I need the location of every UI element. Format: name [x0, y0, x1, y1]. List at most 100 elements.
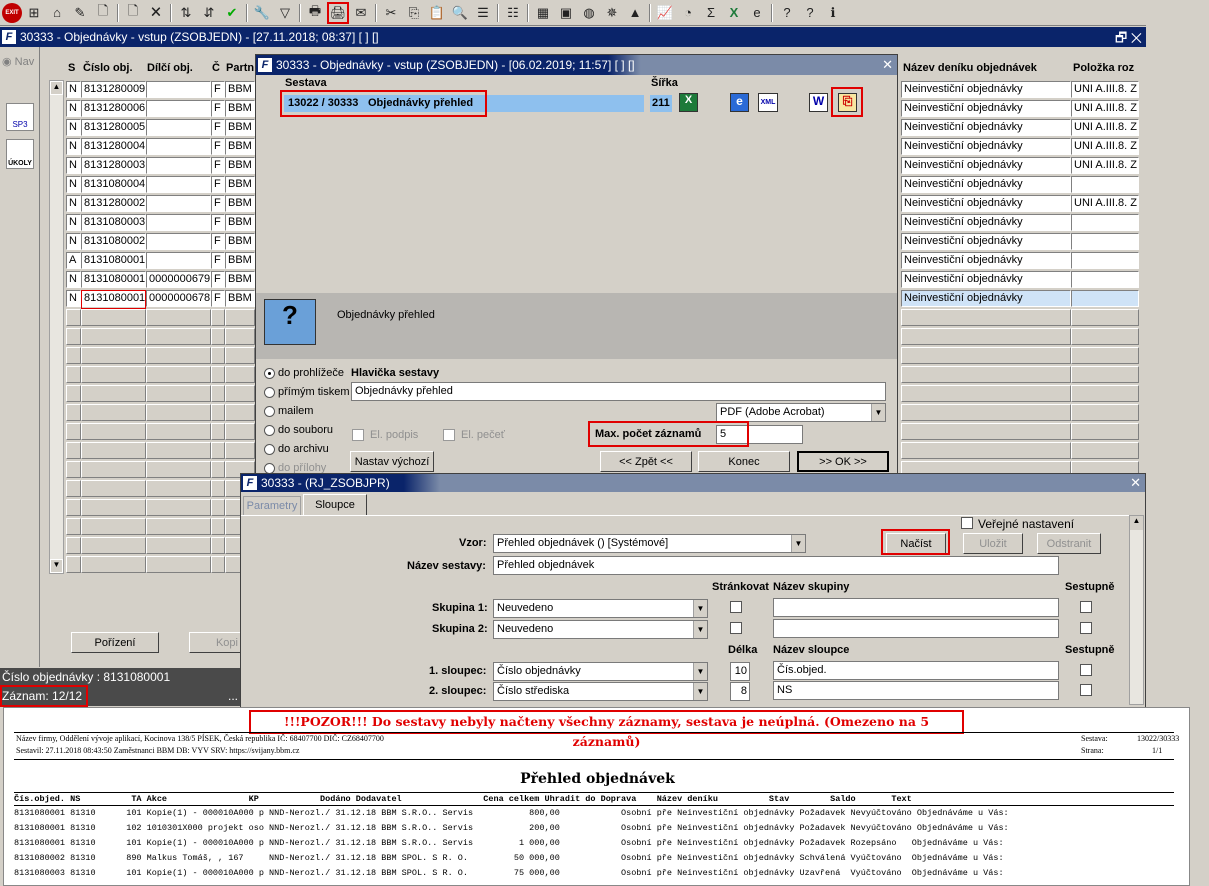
table-cell-pol[interactable]	[1071, 290, 1139, 307]
table-cell-pol[interactable]: UNI A.III.8. Z	[1071, 100, 1139, 117]
delete-icon[interactable]: 🗙	[145, 2, 167, 24]
verejne-checkbox[interactable]	[961, 517, 973, 529]
output-radio-1[interactable]	[264, 387, 275, 398]
col-header-s[interactable]: S	[68, 62, 75, 74]
empty-cell[interactable]	[901, 385, 1071, 402]
empty-cell[interactable]	[66, 385, 81, 402]
table-cell-c[interactable]: F	[211, 119, 225, 136]
table-cell-dilci[interactable]	[146, 100, 211, 117]
empty-cell[interactable]	[81, 385, 146, 402]
info-icon[interactable]: ℹ	[822, 2, 844, 24]
table-cell-c[interactable]: F	[211, 138, 225, 155]
settings-scrollbar[interactable]: ▲	[1129, 515, 1144, 705]
skupina1-strankovat-checkbox[interactable]	[730, 601, 742, 613]
calendar-icon[interactable]: ▣	[555, 2, 577, 24]
tab-parametry[interactable]: Parametry	[243, 496, 301, 515]
table-cell-cislo[interactable]: 8131280005	[81, 119, 146, 136]
list2-icon[interactable]: ☷	[502, 2, 524, 24]
empty-cell[interactable]	[901, 347, 1071, 364]
col-header-dilci[interactable]: Dílčí obj.	[147, 62, 193, 74]
table-cell-p[interactable]: BBM S	[225, 195, 255, 212]
empty-cell[interactable]	[901, 366, 1071, 383]
table-cell-dilci[interactable]: 0000000678	[146, 290, 211, 307]
sloupec2-sestupne-checkbox[interactable]	[1080, 684, 1092, 696]
skupina1-nazev-input[interactable]	[773, 598, 1059, 617]
skupina2-strankovat-checkbox[interactable]	[730, 622, 742, 634]
output-radio-4[interactable]	[264, 444, 275, 455]
porizeni-button[interactable]: Pořízení	[71, 632, 159, 653]
table-cell-cislo[interactable]: 8131080001	[81, 271, 146, 288]
table-cell-pol[interactable]	[1071, 252, 1139, 269]
max-zaznamu-input[interactable]: 5	[716, 425, 803, 444]
table-cell-p[interactable]: BBM S	[225, 81, 255, 98]
empty-cell[interactable]	[146, 328, 211, 345]
table-cell-s[interactable]: N	[66, 290, 81, 307]
empty-cell[interactable]	[81, 309, 146, 326]
empty-cell[interactable]	[901, 442, 1071, 459]
el-pecet-checkbox[interactable]	[443, 429, 455, 441]
table-cell-dilci[interactable]	[146, 195, 211, 212]
table-cell-pol[interactable]	[1071, 176, 1139, 193]
empty-cell[interactable]	[211, 423, 225, 440]
empty-cell[interactable]	[225, 309, 255, 326]
table-cell-p[interactable]: BBM S	[225, 157, 255, 174]
table-cell-cislo[interactable]: 8131080001	[81, 290, 146, 307]
empty-cell[interactable]	[211, 518, 225, 535]
empty-cell[interactable]	[211, 499, 225, 516]
el-podpis-checkbox[interactable]	[352, 429, 364, 441]
sloupec1-delka-input[interactable]: 10	[730, 662, 750, 681]
nav-label[interactable]: ◉ Nav	[2, 55, 34, 68]
table-cell-den[interactable]: Neinvestiční objednávky	[901, 252, 1071, 269]
empty-cell[interactable]	[1071, 385, 1139, 402]
table-cell-den[interactable]: Neinvestiční objednávky	[901, 119, 1071, 136]
empty-cell[interactable]	[146, 537, 211, 554]
empty-cell[interactable]	[66, 442, 81, 459]
empty-cell[interactable]	[81, 556, 146, 573]
check-icon[interactable]: ✔	[221, 2, 243, 24]
empty-cell[interactable]	[225, 366, 255, 383]
table-cell-pol[interactable]: UNI A.III.8. Z	[1071, 195, 1139, 212]
empty-cell[interactable]	[901, 328, 1071, 345]
globe-icon[interactable]: ◍	[578, 2, 600, 24]
empty-cell[interactable]	[211, 461, 225, 478]
empty-cell[interactable]	[146, 518, 211, 535]
nacist-button[interactable]: Načíst	[886, 533, 946, 554]
table-cell-den[interactable]: Neinvestiční objednávky	[901, 271, 1071, 288]
table-cell-den[interactable]: Neinvestiční objednávky	[901, 176, 1071, 193]
settings-close-icon[interactable]: ✕	[1130, 475, 1141, 491]
vzor-select[interactable]: Přehled objednávek () [Systémové] ▼	[493, 534, 806, 553]
xml-export-icon[interactable]: XML	[758, 93, 778, 112]
skupina1-select[interactable]: Neuvedeno ▼	[493, 599, 708, 618]
empty-cell[interactable]	[211, 347, 225, 364]
empty-cell[interactable]	[211, 328, 225, 345]
empty-cell[interactable]	[66, 461, 81, 478]
table-cell-s[interactable]: N	[66, 138, 81, 155]
sloupec2-delka-input[interactable]: 8	[730, 682, 750, 701]
table-cell-dilci[interactable]: 0000000679	[146, 271, 211, 288]
calc-icon[interactable]: ▦	[532, 2, 554, 24]
empty-cell[interactable]	[146, 480, 211, 497]
skupina2-nazev-input[interactable]	[773, 619, 1059, 638]
empty-cell[interactable]	[81, 499, 146, 516]
chevron-down-icon[interactable]: ▼	[693, 663, 707, 680]
empty-cell[interactable]	[146, 461, 211, 478]
table-cell-s[interactable]: N	[66, 195, 81, 212]
table-cell-s[interactable]: N	[66, 100, 81, 117]
table-cell-pol[interactable]: UNI A.III.8. Z	[1071, 81, 1139, 98]
table-cell-pol[interactable]: UNI A.III.8. Z	[1071, 119, 1139, 136]
konec-button[interactable]: Konec	[698, 451, 790, 472]
empty-cell[interactable]	[146, 385, 211, 402]
table-cell-den[interactable]: Neinvestiční objednávky	[901, 100, 1071, 117]
table-cell-pol[interactable]	[1071, 233, 1139, 250]
table-cell-p[interactable]: BBM S	[225, 290, 255, 307]
empty-cell[interactable]	[146, 556, 211, 573]
empty-cell[interactable]	[225, 385, 255, 402]
table-cell-p[interactable]: BBM S	[225, 252, 255, 269]
output-radio-0[interactable]	[264, 368, 275, 379]
ulozit-button[interactable]: Uložit	[963, 533, 1023, 554]
empty-cell[interactable]	[901, 423, 1071, 440]
table-cell-p[interactable]: BBM S	[225, 214, 255, 231]
empty-cell[interactable]	[66, 404, 81, 421]
empty-cell[interactable]	[1071, 366, 1139, 383]
chevron-down-icon[interactable]: ▼	[693, 621, 707, 638]
